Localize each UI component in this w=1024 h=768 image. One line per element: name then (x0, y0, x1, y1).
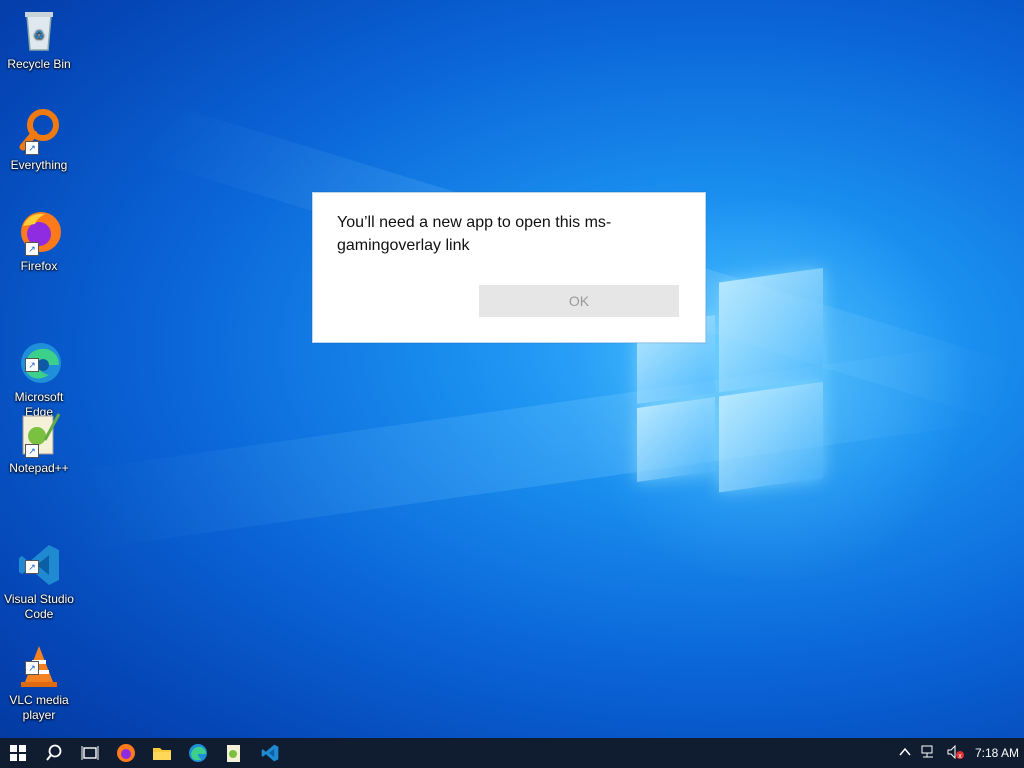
start-icon[interactable] (0, 738, 36, 768)
file-explorer-icon[interactable] (144, 738, 180, 768)
firefox-icon: ↗ (15, 208, 63, 256)
task-view-icon[interactable] (72, 738, 108, 768)
dialog-message: You’ll need a new app to open this ms-ga… (337, 214, 612, 254)
vlc-icon: ↗ (15, 627, 63, 687)
edge-taskbar-icon[interactable] (180, 738, 216, 768)
desktop-icon-label: VLC media player (9, 693, 69, 722)
chevron-up-icon[interactable] (899, 746, 911, 760)
edge-icon: ↗ (15, 324, 63, 383)
desktop-icon-label: Firefox (20, 259, 58, 273)
volume-muted-icon[interactable]: x (947, 744, 965, 762)
everything-search-icon: ↗ (15, 107, 63, 155)
desktop-icon-everything[interactable]: ↗ Everything (2, 107, 76, 173)
notepadpp-taskbar-icon[interactable] (216, 738, 252, 768)
open-with-dialog: You’ll need a new app to open this ms-ga… (312, 192, 706, 343)
firefox-taskbar-icon[interactable] (108, 738, 144, 768)
desktop-icon-recycle-bin[interactable]: ♻ Recycle Bin (2, 6, 76, 72)
desktop-icon-notepadpp[interactable]: ↗ Notepad++ (2, 410, 76, 476)
ok-button[interactable]: OK (479, 285, 679, 317)
taskbar: x 7:18 AM (0, 738, 1024, 768)
desktop-icon-firefox[interactable]: ↗ Firefox (2, 208, 76, 274)
recycle-bin-icon: ♻ (15, 6, 63, 54)
network-icon[interactable] (921, 745, 937, 762)
desktop-icon-label: Notepad++ (9, 461, 69, 475)
desktop-icon-vlc[interactable]: ↗ VLC media player (2, 612, 76, 738)
taskbar-clock[interactable]: 7:18 AM (975, 746, 1019, 760)
desktop-icon-label: Recycle Bin (7, 57, 71, 71)
system-tray: x 7:18 AM (894, 738, 1024, 768)
notepadpp-icon: ↗ (15, 410, 63, 458)
desktop-icon-label: Everything (10, 158, 68, 172)
svg-text:x: x (958, 753, 962, 759)
svg-text:♻: ♻ (34, 28, 45, 42)
vscode-icon: ↗ (15, 526, 63, 585)
search-icon[interactable] (36, 738, 72, 768)
vscode-taskbar-icon[interactable] (252, 738, 288, 768)
